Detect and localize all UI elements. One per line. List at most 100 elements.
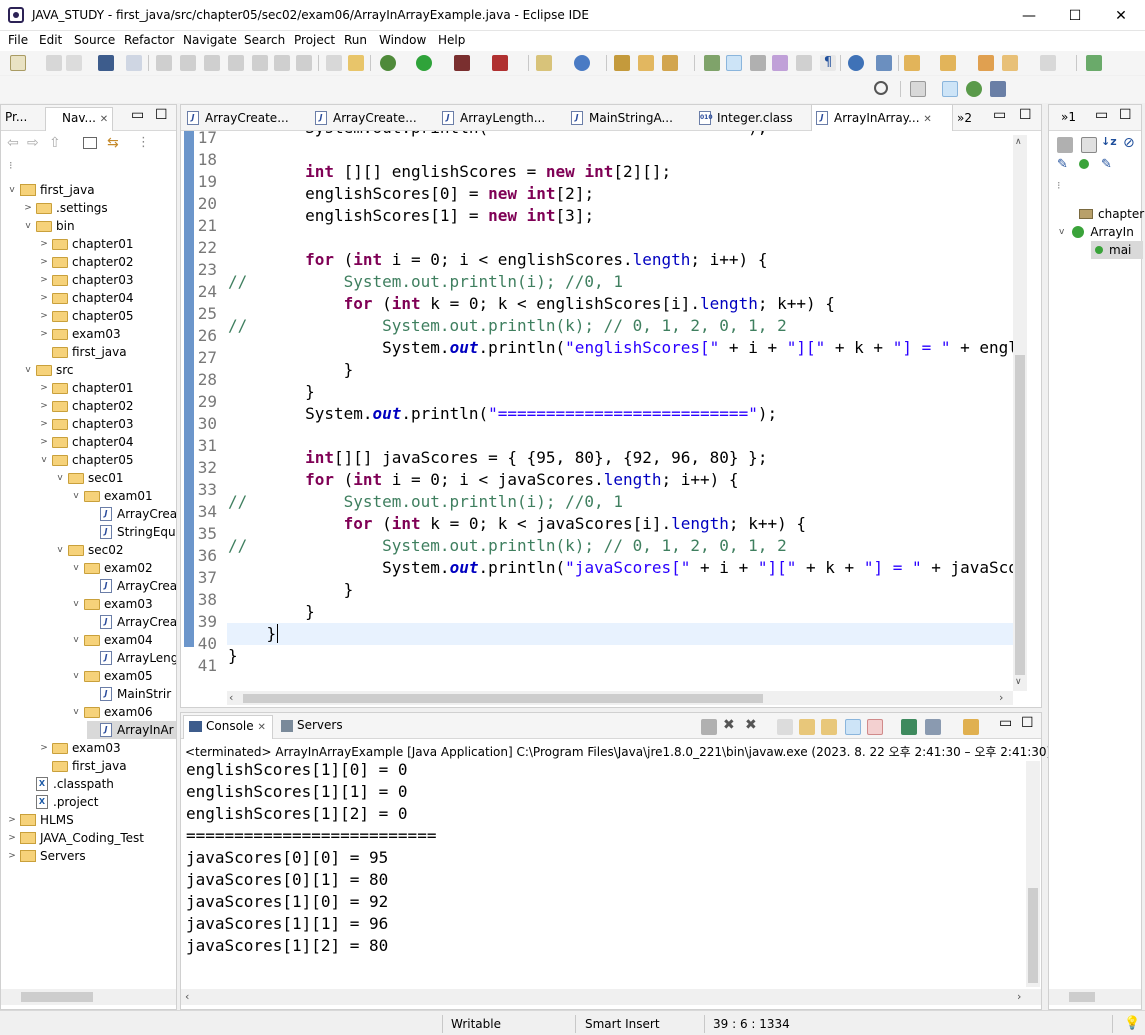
debug-perspective-icon[interactable]: [966, 81, 982, 97]
expand-arrow-icon[interactable]: >: [39, 401, 49, 411]
collapse-arrow-icon[interactable]: v: [71, 599, 81, 609]
collapse-arrow-icon[interactable]: v: [7, 185, 17, 195]
tree-item[interactable]: > .settings: [23, 199, 107, 217]
tree-item[interactable]: v sec01: [55, 469, 123, 487]
scroll-down-icon[interactable]: ∨: [1015, 677, 1022, 687]
editor-tabs-overflow[interactable]: »2: [953, 105, 983, 131]
menu-run[interactable]: Run: [344, 33, 367, 47]
show-stderr-icon[interactable]: [867, 719, 883, 735]
up-icon[interactable]: ⇧: [49, 135, 61, 151]
menu-window[interactable]: Window: [379, 33, 426, 47]
collapse-outline-icon[interactable]: [1057, 137, 1073, 153]
scroll-lock-icon[interactable]: [799, 719, 815, 735]
minimize-view-icon[interactable]: ▭: [131, 107, 144, 123]
step-over-icon[interactable]: [274, 55, 290, 71]
tab-console[interactable]: Console ✕: [183, 715, 273, 739]
collapse-arrow-icon[interactable]: v: [55, 545, 65, 555]
external-tools-icon[interactable]: [492, 55, 508, 71]
jee-perspective-icon[interactable]: [990, 81, 1006, 97]
open-perspective-icon[interactable]: [910, 81, 926, 97]
code-area[interactable]: System.out.println(" "); int [][] englis…: [181, 131, 1013, 691]
hide-static-icon[interactable]: ✎: [1057, 157, 1068, 172]
horizontal-scrollbar[interactable]: [1, 989, 176, 1005]
expand-arrow-icon[interactable]: >: [39, 329, 49, 339]
pin-console-icon[interactable]: [901, 719, 917, 735]
collapse-arrow-icon[interactable]: v: [71, 491, 81, 501]
tree-item[interactable]: v sec02: [55, 541, 123, 559]
terminal-icon[interactable]: [98, 55, 114, 71]
word-wrap-icon[interactable]: [821, 719, 837, 735]
expand-arrow-icon[interactable]: >: [39, 239, 49, 249]
search-icon[interactable]: [874, 81, 888, 95]
tree-item[interactable]: > chapter02: [39, 253, 133, 271]
tree-item[interactable]: J ArrayCrea: [87, 505, 176, 523]
open-task-icon[interactable]: [638, 55, 654, 71]
back-icon[interactable]: [1002, 55, 1018, 71]
minimize-button[interactable]: —: [1006, 0, 1052, 31]
console-horizontal-scrollbar[interactable]: ‹ ›: [181, 989, 1041, 1005]
expand-arrow-icon[interactable]: >: [39, 419, 49, 429]
annotation-icon[interactable]: [704, 55, 720, 71]
new-java-project-icon[interactable]: [536, 55, 552, 71]
close-icon[interactable]: ✕: [100, 114, 108, 125]
editor-scroll-thumb[interactable]: [1015, 355, 1025, 675]
collapse-arrow-icon[interactable]: v: [39, 455, 49, 465]
tree-item[interactable]: v exam05: [71, 667, 152, 685]
show-whitespace-icon[interactable]: [796, 55, 812, 71]
expand-arrow-icon[interactable]: >: [39, 743, 49, 753]
maximize-view-icon[interactable]: ☐: [155, 107, 168, 123]
tree-item[interactable]: J MainStrir: [87, 685, 171, 703]
collapse-arrow-icon[interactable]: v: [23, 365, 33, 375]
debug-icon[interactable]: [380, 55, 396, 71]
collapse-arrow-icon[interactable]: v: [71, 563, 81, 573]
open-type-icon[interactable]: [614, 55, 630, 71]
block-selection-icon[interactable]: [750, 55, 766, 71]
hide-fields-icon[interactable]: ⊘: [1123, 135, 1135, 151]
tree-item[interactable]: J ArrayCrea: [87, 613, 176, 631]
editor-tab-4[interactable]: J MainStringA...: [567, 105, 692, 131]
link-editor-icon[interactable]: ⇆: [107, 135, 119, 151]
tree-item[interactable]: first_java: [39, 343, 127, 361]
menu-help[interactable]: Help: [438, 33, 465, 47]
step-into-icon[interactable]: [252, 55, 268, 71]
tree-item[interactable]: X .classpath: [23, 775, 114, 793]
maximize-console-icon[interactable]: ☐: [1021, 715, 1034, 731]
tree-item[interactable]: > chapter03: [39, 415, 133, 433]
menu-source[interactable]: Source: [74, 33, 115, 47]
next-annotation-icon[interactable]: [904, 55, 920, 71]
tree-item[interactable]: v bin: [23, 217, 74, 235]
tree-item[interactable]: v exam06: [71, 703, 152, 721]
tree-item[interactable]: v src: [23, 361, 73, 379]
expand-arrow-icon[interactable]: >: [7, 815, 17, 825]
pin-editor-icon[interactable]: [876, 55, 892, 71]
save-icon[interactable]: [46, 55, 62, 71]
save-all-icon[interactable]: [66, 55, 82, 71]
terminate-console-icon[interactable]: [701, 719, 717, 735]
drop-to-frame-icon[interactable]: [348, 55, 364, 71]
forward-icon[interactable]: [1040, 55, 1056, 71]
collapse-arrow-icon[interactable]: v: [55, 473, 65, 483]
minimize-outline-icon[interactable]: ▭: [1095, 107, 1108, 123]
outline-package[interactable]: chapter: [1079, 205, 1144, 223]
expand-arrow-icon[interactable]: >: [39, 311, 49, 321]
tree-item[interactable]: first_java: [39, 757, 127, 775]
step-return-icon[interactable]: [296, 55, 312, 71]
scroll-right-icon[interactable]: ›: [999, 691, 1003, 704]
menu-navigate[interactable]: Navigate: [183, 33, 237, 47]
collapse-all-icon[interactable]: [83, 137, 97, 149]
menu-refactor[interactable]: Refactor: [124, 33, 174, 47]
clear-console-icon[interactable]: [777, 719, 793, 735]
skip-breakpoints-icon[interactable]: [126, 55, 142, 71]
expand-arrow-icon[interactable]: >: [23, 203, 33, 213]
tree-item[interactable]: > chapter01: [39, 235, 133, 253]
editor-tab-active[interactable]: J ArrayInArray... ✕: [811, 105, 953, 131]
display-console-icon[interactable]: [925, 719, 941, 735]
editor-hscroll-thumb[interactable]: [243, 694, 763, 703]
expand-arrow-icon[interactable]: >: [7, 833, 17, 843]
hide-local-types-icon[interactable]: ✎: [1101, 157, 1112, 172]
hide-nonpublic-icon[interactable]: [1079, 159, 1089, 169]
tree-item[interactable]: v exam02: [71, 559, 152, 577]
terminate-icon[interactable]: [204, 55, 220, 71]
use-step-filters-icon[interactable]: [326, 55, 342, 71]
expand-arrow-icon[interactable]: >: [7, 851, 17, 861]
